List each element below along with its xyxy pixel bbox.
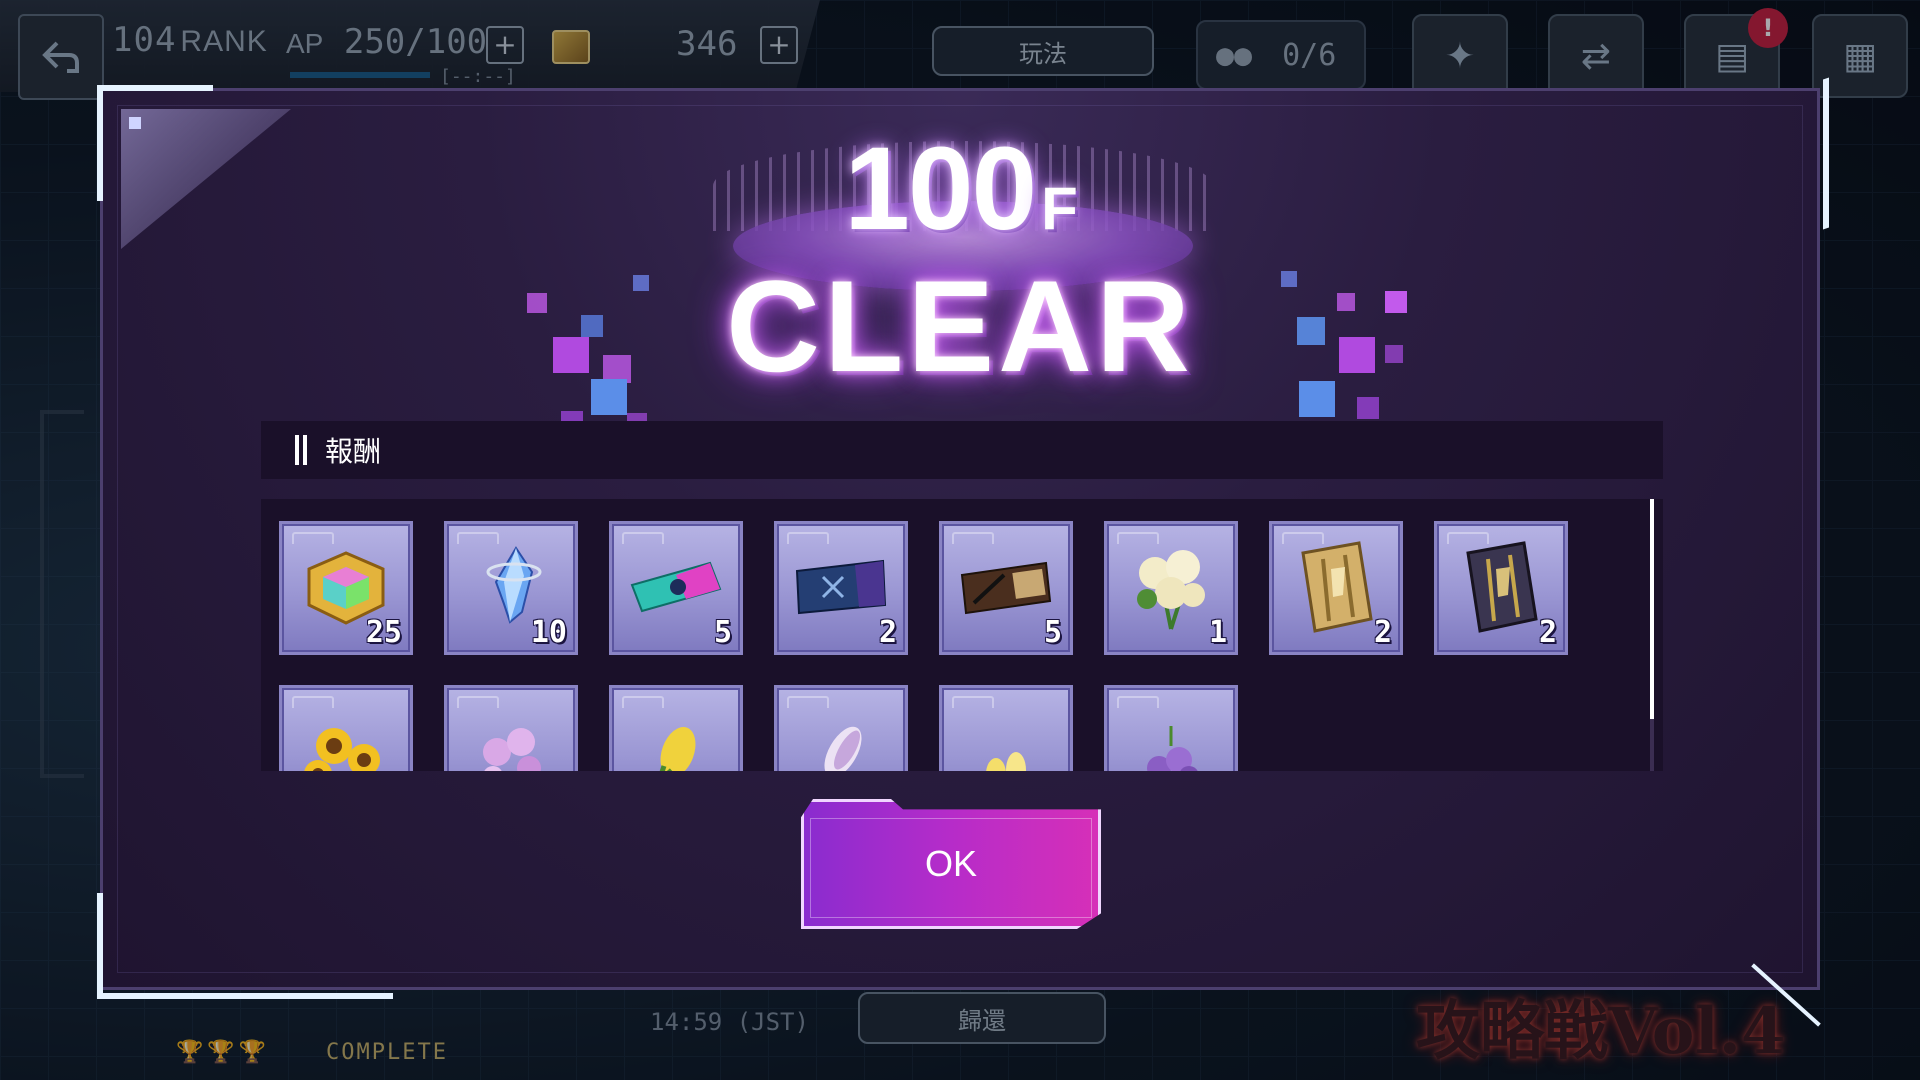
tile-tab-decoration [787, 696, 829, 708]
pixel-sparkle [1299, 381, 1335, 417]
lavender-bud-icon [791, 708, 891, 771]
pixel-sparkle [553, 337, 589, 373]
pixel-sparkle [633, 275, 649, 291]
purple-bulbs-icon [1121, 708, 1221, 771]
floor-suffix: F [1041, 175, 1078, 242]
clear-result-modal: 100 F CLEAR 報酬 25 10 5 2 5 1 2 2 OK [97, 77, 1829, 1027]
pixel-sparkle [1337, 293, 1355, 311]
section-marker [295, 435, 299, 465]
pixel-sparkle [1339, 337, 1375, 373]
dark-tome-icon [1451, 541, 1551, 633]
reward-quantity: 10 [530, 615, 567, 650]
rewards-panel: 25 10 5 2 5 1 2 2 [261, 499, 1663, 771]
tile-tab-decoration [457, 696, 499, 708]
reward-item[interactable]: 2 [774, 521, 908, 655]
rewards-header: 報酬 [261, 421, 1663, 479]
pink-flowers-icon [461, 708, 561, 771]
tile-tab-decoration [952, 696, 994, 708]
tile-tab-decoration [292, 696, 334, 708]
reward-quantity: 2 [1373, 615, 1392, 650]
reward-item[interactable]: 5 [939, 521, 1073, 655]
pixel-sparkle [1357, 397, 1379, 419]
tile-tab-decoration [1117, 696, 1159, 708]
reward-item[interactable]: 2 [1434, 521, 1568, 655]
pixel-sparkle [527, 293, 547, 313]
pixel-sparkle [581, 315, 603, 337]
white-roses-icon [1121, 544, 1221, 630]
gold-tome-icon [1286, 541, 1386, 633]
pixel-sparkle [591, 379, 627, 415]
reward-item[interactable]: 5 [609, 521, 743, 655]
ok-button[interactable]: OK [801, 799, 1101, 929]
reward-quantity: 2 [878, 615, 897, 650]
reward-item[interactable] [444, 685, 578, 771]
rewards-scrollbar[interactable] [1650, 499, 1654, 771]
reward-item[interactable] [939, 685, 1073, 771]
reward-item[interactable] [609, 685, 743, 771]
reward-item[interactable] [279, 685, 413, 771]
floor-number-value: 100 [844, 123, 1037, 255]
yellow-petals-icon [956, 708, 1056, 771]
scrollbar-thumb[interactable] [1650, 499, 1654, 719]
reward-item[interactable]: 1 [1104, 521, 1238, 655]
tile-tab-decoration [622, 696, 664, 708]
pixel-sparkle [1385, 345, 1403, 363]
yellow-bud-icon [626, 708, 726, 771]
reward-item[interactable]: 25 [279, 521, 413, 655]
reward-item[interactable] [1104, 685, 1238, 771]
sunflowers-icon [296, 708, 396, 771]
teal-ticket-icon [626, 544, 726, 630]
rewards-grid: 25 10 5 2 5 1 2 2 [279, 521, 1568, 771]
reward-item[interactable] [774, 685, 908, 771]
frame-corner-bottom-left [97, 893, 393, 999]
tile-tab-decoration [952, 532, 994, 544]
dark-blue-ticket-icon [791, 544, 891, 630]
pixel-sparkle [1297, 317, 1325, 345]
reward-quantity: 5 [713, 615, 732, 650]
reward-item[interactable]: 10 [444, 521, 578, 655]
tile-tab-decoration [787, 532, 829, 544]
reward-quantity: 1 [1208, 615, 1227, 650]
tile-tab-decoration [292, 532, 334, 544]
reward-quantity: 5 [1043, 615, 1062, 650]
brown-ticket-icon [956, 544, 1056, 630]
reward-quantity: 2 [1538, 615, 1557, 650]
pixel-sparkle [1385, 291, 1407, 313]
floor-number: 100 F [103, 121, 1817, 257]
ok-label: OK [924, 843, 977, 884]
reward-item[interactable]: 2 [1269, 521, 1403, 655]
clear-title: CLEAR [726, 253, 1194, 399]
reward-quantity: 25 [365, 615, 402, 650]
tile-tab-decoration [622, 532, 664, 544]
rewards-title: 報酬 [325, 435, 382, 468]
pixel-sparkle [1281, 271, 1297, 287]
